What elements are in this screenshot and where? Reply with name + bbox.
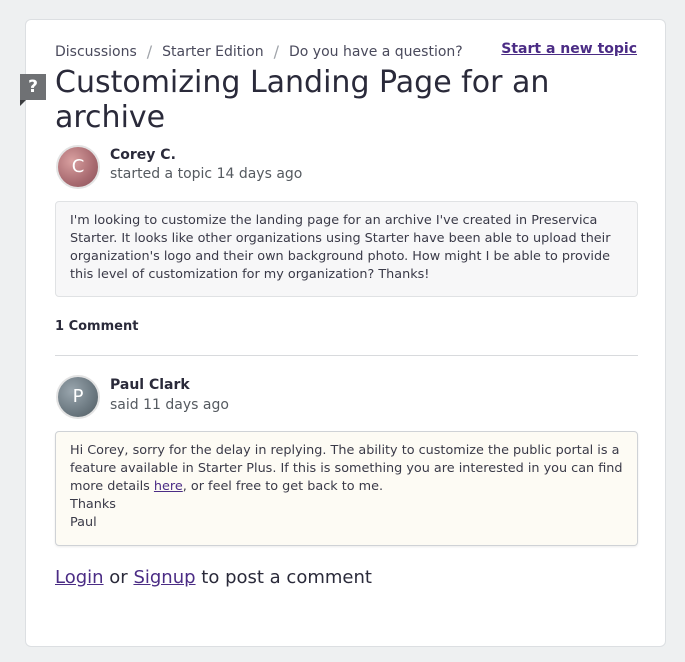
question-badge-icon: ? [20, 74, 46, 100]
here-link[interactable]: here [154, 479, 183, 494]
login-or-text: or [109, 567, 128, 588]
badge-fold [20, 100, 26, 106]
comment-body: Hi Corey, sorry for the delay in replyin… [55, 431, 638, 546]
avatar: C [56, 145, 100, 189]
login-link[interactable]: Login [55, 567, 104, 588]
breadcrumb-item-starter-edition[interactable]: Starter Edition [162, 44, 263, 60]
breadcrumb: Discussions / Starter Edition / Do you h… [55, 42, 463, 61]
topic-card: Discussions / Starter Edition / Do you h… [20, 19, 666, 647]
breadcrumb-separator: / [273, 42, 279, 61]
login-prompt: Login or Signup to post a comment [55, 567, 372, 588]
comment-signoff-thanks: Thanks [70, 497, 116, 512]
page-title: Customizing Landing Page for an archive [55, 65, 550, 135]
start-new-topic-link[interactable]: Start a new topic [501, 41, 637, 57]
breadcrumb-item-question[interactable]: Do you have a question? [289, 44, 463, 60]
comments-count: 1 Comment [55, 319, 139, 334]
breadcrumb-separator: / [146, 42, 153, 61]
avatar: P [56, 375, 100, 419]
commenter-name: Paul Clark [110, 377, 190, 393]
login-suffix-text: to post a comment [201, 567, 372, 588]
comment-signoff-name: Paul [70, 515, 97, 530]
author-name: Corey C. [110, 147, 176, 163]
divider [55, 355, 638, 356]
signup-link[interactable]: Signup [133, 567, 195, 588]
comment-text: Hi Corey, sorry for the delay in replyin… [70, 443, 623, 494]
breadcrumb-item-discussions[interactable]: Discussions [55, 44, 137, 60]
topic-body: I'm looking to customize the landing pag… [55, 201, 638, 297]
author-meta: started a topic 14 days ago [110, 166, 303, 182]
comment-text-after-link: , or feel free to get back to me. [182, 479, 384, 494]
comment-meta: said 11 days ago [110, 397, 229, 413]
